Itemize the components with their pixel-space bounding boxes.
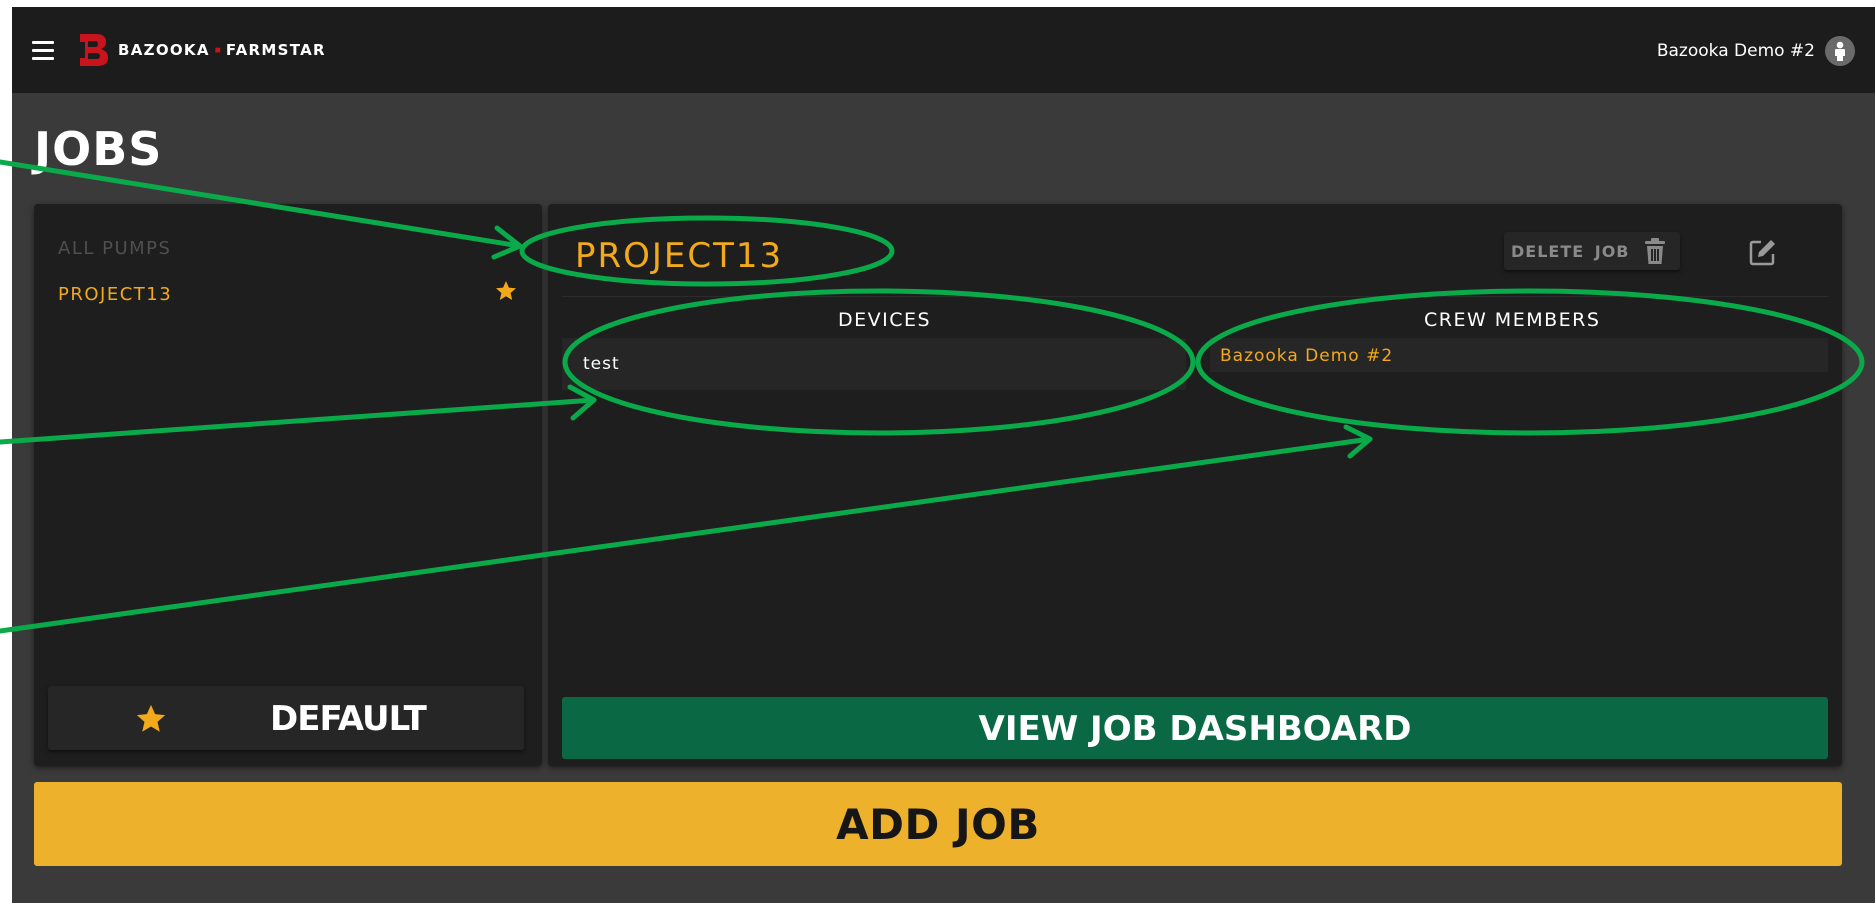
crew-member-name: Bazooka Demo #2 — [1220, 346, 1394, 366]
page-title: JOBS — [34, 122, 163, 176]
app-window: BAZOOKA ■ FARMSTAR Bazooka Demo #2 JOBS … — [12, 7, 1875, 903]
brand-name-left: BAZOOKA — [118, 41, 210, 59]
device-row[interactable]: test — [562, 338, 1186, 390]
job-list-panel: ALL PUMPS PROJECT13 DEFAULT — [34, 204, 542, 766]
crew-member-row: Bazooka Demo #2 — [1210, 338, 1828, 372]
person-icon — [1835, 41, 1845, 61]
devices-header: DEVICES — [838, 309, 932, 331]
crew-members-header: CREW MEMBERS — [1424, 309, 1601, 331]
job-detail-panel: PROJECT13 DELETE JOB DEVICES CREW MEMBER… — [548, 204, 1842, 766]
delete-job-button[interactable]: DELETE JOB — [1504, 232, 1680, 270]
view-job-dashboard-button[interactable]: VIEW JOB DASHBOARD — [562, 697, 1828, 759]
device-name: test — [583, 354, 620, 374]
brand-name-right: FARMSTAR — [225, 41, 326, 59]
hamburger-menu-icon[interactable] — [32, 41, 56, 63]
all-pumps-item[interactable]: ALL PUMPS — [58, 238, 171, 259]
star-icon — [136, 704, 166, 732]
job-name: PROJECT13 — [575, 236, 784, 276]
brand-separator: ■ — [214, 44, 221, 56]
add-job-button[interactable]: ADD JOB — [34, 782, 1842, 866]
add-job-label: ADD JOB — [836, 800, 1040, 849]
view-job-dashboard-label: VIEW JOB DASHBOARD — [978, 709, 1412, 749]
default-button-label: DEFAULT — [270, 699, 427, 739]
job-list-item-label: PROJECT13 — [58, 284, 173, 305]
delete-job-label: DELETE JOB — [1511, 242, 1630, 261]
trash-icon — [1645, 238, 1665, 264]
star-icon[interactable] — [494, 279, 518, 303]
brand-logo[interactable]: BAZOOKA ■ FARMSTAR — [78, 32, 326, 68]
bazooka-logo-icon — [80, 34, 108, 66]
panel-divider — [562, 296, 1828, 297]
edit-icon[interactable] — [1748, 237, 1778, 267]
job-list-item[interactable]: PROJECT13 — [58, 279, 518, 309]
default-button[interactable]: DEFAULT — [48, 686, 524, 750]
top-bar: BAZOOKA ■ FARMSTAR Bazooka Demo #2 — [12, 7, 1875, 93]
user-name[interactable]: Bazooka Demo #2 — [1657, 41, 1815, 61]
user-avatar-icon[interactable] — [1825, 36, 1855, 66]
